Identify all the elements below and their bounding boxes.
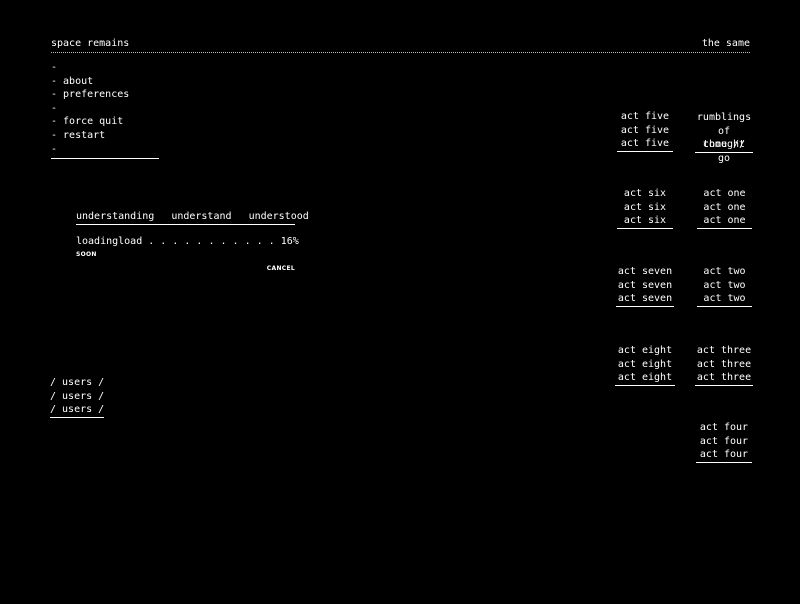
act-four-group: act four act four act four bbox=[696, 421, 752, 463]
act-label: act two bbox=[703, 266, 746, 277]
act-eight-group: act eight act eight act eight bbox=[615, 344, 675, 386]
act-five-link[interactable]: act five bbox=[617, 137, 673, 152]
act-eight-link[interactable]: act eight bbox=[615, 371, 675, 386]
act-three-link[interactable]: act three bbox=[695, 371, 753, 386]
cancel-button[interactable]: CANCEL bbox=[267, 262, 295, 276]
progress-text: loadingload . . . . . . . . . . . 16% bbox=[76, 236, 299, 247]
act-two-group: act two act two act two bbox=[697, 265, 752, 307]
act-label: act three bbox=[696, 358, 752, 370]
menu-separator: - bbox=[51, 62, 58, 73]
menu-separator: - bbox=[51, 143, 58, 155]
act-label: act four bbox=[699, 435, 749, 447]
act-three-group: act three act three act three bbox=[695, 344, 753, 386]
act-label: act seven bbox=[617, 266, 673, 277]
come-go-link[interactable]: come // go bbox=[695, 138, 753, 164]
system-menu: - - about - preferences - - force quit -… bbox=[51, 61, 159, 160]
act-label: act four bbox=[699, 422, 749, 433]
menu-item-preferences[interactable]: - preferences bbox=[51, 88, 159, 102]
act-label: act five bbox=[620, 124, 670, 136]
act-label: act two bbox=[703, 279, 746, 291]
act-label: act five bbox=[620, 111, 670, 122]
status-label: SOON bbox=[76, 251, 97, 258]
act-four-link[interactable]: act four bbox=[696, 448, 752, 463]
act-two-link[interactable]: act two bbox=[697, 292, 752, 307]
act-one-link[interactable]: act one bbox=[697, 214, 752, 229]
users-group: / users / / users / / users / bbox=[50, 376, 105, 418]
act-six-group: act six act six act six bbox=[617, 187, 673, 229]
rumblings-label: of thought bbox=[702, 125, 746, 151]
act-label: act one bbox=[703, 201, 746, 213]
act-label: act six bbox=[623, 201, 667, 213]
act-label: act eight bbox=[617, 345, 673, 356]
top-bar: space remains the same bbox=[51, 36, 750, 53]
loader-tabs: understanding understand understood bbox=[76, 210, 309, 225]
rumblings-group: rumblings of thought come // go bbox=[695, 111, 753, 164]
act-label: act three bbox=[696, 345, 752, 356]
act-seven-group: act seven act seven act seven bbox=[616, 265, 674, 307]
menu-item-force-quit[interactable]: - force quit bbox=[51, 115, 159, 129]
app-subtitle: the same bbox=[701, 38, 750, 49]
app-title: space remains bbox=[51, 38, 130, 49]
menu-item-about[interactable]: - about bbox=[51, 75, 159, 89]
act-label: act one bbox=[703, 188, 746, 199]
act-five-group: act five act five act five bbox=[617, 110, 673, 152]
act-label: act six bbox=[623, 188, 667, 199]
act-label: act seven bbox=[617, 279, 673, 291]
users-link[interactable]: / users / bbox=[50, 403, 105, 418]
act-label: act eight bbox=[617, 358, 673, 370]
tab-understanding[interactable]: understanding bbox=[76, 211, 154, 222]
tab-understood[interactable]: understood bbox=[249, 211, 309, 222]
act-seven-link[interactable]: act seven bbox=[616, 292, 674, 307]
rumblings-label: rumblings bbox=[696, 112, 752, 123]
users-label: / users / bbox=[50, 377, 105, 388]
loading-dialog: understanding understand understood load… bbox=[76, 210, 309, 272]
act-one-group: act one act one act one bbox=[697, 187, 752, 229]
menu-separator: - bbox=[51, 102, 58, 114]
act-six-link[interactable]: act six bbox=[617, 214, 673, 229]
users-label: / users / bbox=[50, 390, 105, 402]
tab-understand[interactable]: understand bbox=[171, 211, 231, 222]
menu-item-restart[interactable]: - restart bbox=[51, 129, 159, 143]
